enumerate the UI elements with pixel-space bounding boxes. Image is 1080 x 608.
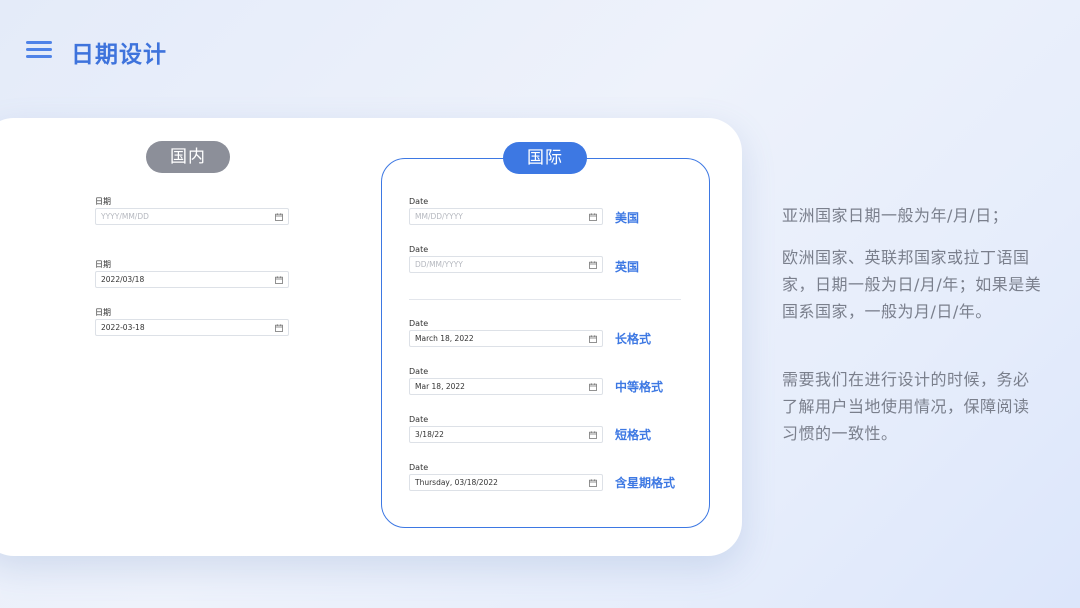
intl-date-field-medium: Date Mar 18, 2022 <box>409 366 603 395</box>
date-value: Mar 18, 2022 <box>415 382 465 391</box>
page-title: 日期设计 <box>71 42 167 68</box>
tag-long-format: 长格式 <box>615 332 652 346</box>
field-label: 日期 <box>95 197 111 206</box>
tag-short-format: 短格式 <box>615 428 652 442</box>
date-input[interactable]: 2022-03-18 <box>95 319 289 336</box>
calendar-icon[interactable] <box>589 260 597 269</box>
description-asia: 亚洲国家日期一般为年/月/日； <box>782 206 1009 225</box>
calendar-icon[interactable] <box>589 334 597 343</box>
field-label: Date <box>409 197 429 206</box>
description-guideline: 需要我们在进行设计的时候，务必了解用户当地使用情况，保障阅读习惯的一致性。 <box>782 370 1030 443</box>
calendar-icon[interactable] <box>589 212 597 221</box>
date-placeholder: YYYY/MM/DD <box>101 212 149 221</box>
calendar-icon[interactable] <box>275 323 283 332</box>
divider <box>409 299 681 300</box>
field-label: Date <box>409 245 429 254</box>
date-input[interactable]: YYYY/MM/DD <box>95 208 289 225</box>
international-pill: 国际 <box>503 142 587 174</box>
domestic-date-field-1: 日期 YYYY/MM/DD <box>95 196 289 225</box>
domestic-date-field-2: 日期 2022/03/18 <box>95 259 289 288</box>
description-europe-us: 欧洲国家、英联邦国家或拉丁语国家，日期一般为日/月/年；如果是美国系国家，一般为… <box>782 248 1042 321</box>
intl-date-field-uk: Date DD/MM/YYYY <box>409 244 603 273</box>
date-input[interactable]: Mar 18, 2022 <box>409 378 603 395</box>
domestic-date-field-3: 日期 2022-03-18 <box>95 307 289 336</box>
tag-medium-format: 中等格式 <box>615 380 664 394</box>
calendar-icon[interactable] <box>275 212 283 221</box>
field-label: Date <box>409 463 429 472</box>
field-label: Date <box>409 319 429 328</box>
date-value: 2022-03-18 <box>101 323 145 332</box>
date-input[interactable]: DD/MM/YYYY <box>409 256 603 273</box>
field-label: 日期 <box>95 308 111 317</box>
date-input[interactable]: March 18, 2022 <box>409 330 603 347</box>
date-input[interactable]: 3/18/22 <box>409 426 603 443</box>
hamburger-menu-icon[interactable] <box>26 41 52 59</box>
date-input[interactable]: Thursday, 03/18/2022 <box>409 474 603 491</box>
intl-date-field-us: Date MM/DD/YYYY <box>409 196 603 225</box>
slide: 日期设计 国内 日期 YYYY/MM/DD 日期 2022/03/18 日期 2… <box>0 0 1080 608</box>
calendar-icon[interactable] <box>589 430 597 439</box>
domestic-pill: 国内 <box>146 141 230 173</box>
field-label: Date <box>409 415 429 424</box>
tag-us: 美国 <box>615 211 640 225</box>
intl-date-field-short: Date 3/18/22 <box>409 414 603 443</box>
date-placeholder: DD/MM/YYYY <box>415 260 463 269</box>
date-value: March 18, 2022 <box>415 334 474 343</box>
date-value: 3/18/22 <box>415 430 444 439</box>
tag-uk: 英国 <box>615 260 640 274</box>
field-label: 日期 <box>95 260 111 269</box>
intl-date-field-weekday: Date Thursday, 03/18/2022 <box>409 462 603 491</box>
calendar-icon[interactable] <box>589 382 597 391</box>
date-input[interactable]: MM/DD/YYYY <box>409 208 603 225</box>
date-input[interactable]: 2022/03/18 <box>95 271 289 288</box>
calendar-icon[interactable] <box>589 478 597 487</box>
date-placeholder: MM/DD/YYYY <box>415 212 463 221</box>
intl-date-field-long: Date March 18, 2022 <box>409 318 603 347</box>
calendar-icon[interactable] <box>275 275 283 284</box>
field-label: Date <box>409 367 429 376</box>
tag-weekday-format: 含星期格式 <box>615 476 676 490</box>
date-value: Thursday, 03/18/2022 <box>415 478 498 487</box>
date-value: 2022/03/18 <box>101 275 145 284</box>
